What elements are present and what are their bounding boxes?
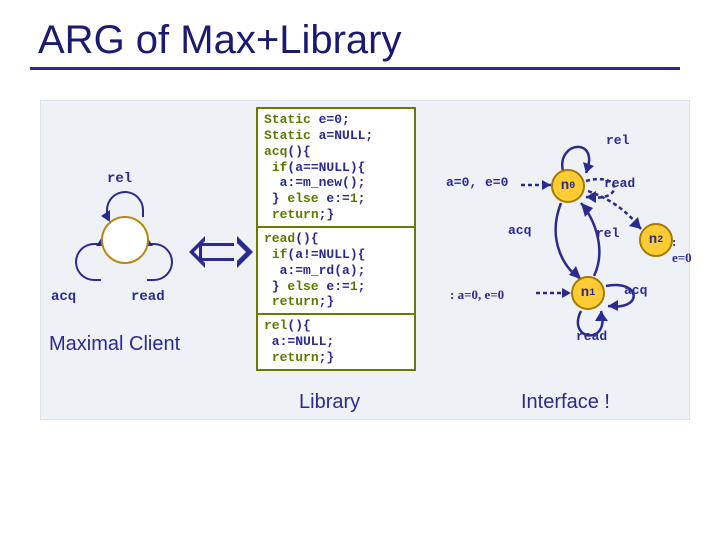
interface-caption: Interface ! xyxy=(521,391,610,414)
edge-label-rel: rel xyxy=(596,226,619,241)
edge-label-rel: rel xyxy=(606,133,629,148)
node-n0: n0 xyxy=(551,169,585,203)
node-n2: n2 xyxy=(639,223,673,257)
bidirectional-arrow-icon xyxy=(193,231,253,273)
content-panel: rel acq read Maximal Client Static e=0; … xyxy=(40,100,690,420)
edge-label-acq: acq xyxy=(51,289,76,305)
slide-title: ARG of Max+Library xyxy=(0,0,720,67)
edge-label-acq: acq xyxy=(624,283,647,298)
interface-automaton: n0 n1 n2 rel read a=0, e=0 acq rel : e=0… xyxy=(426,111,686,371)
edge-label-read: read xyxy=(604,176,635,191)
edge-acq-loop xyxy=(75,243,101,281)
client-caption: Maximal Client xyxy=(49,333,180,356)
edge-rel-loop xyxy=(106,191,144,217)
client-state-node xyxy=(101,216,149,264)
node-n1: n1 xyxy=(571,276,605,310)
edge-label-read: read xyxy=(131,289,165,305)
edge-label-acq: acq xyxy=(508,223,531,238)
arrowhead-icon xyxy=(101,210,110,222)
node-predicate-e0: : e=0 xyxy=(672,234,692,266)
code-block-read: read(){ if(a!=NULL){ a:=m_rd(a); } else … xyxy=(258,226,414,313)
title-underline xyxy=(30,67,680,70)
node-predicate-ae0: : a=0, e=0 xyxy=(450,287,504,303)
library-caption: Library xyxy=(299,391,360,414)
edge-read-loop xyxy=(147,243,173,281)
code-block-acq: Static e=0; Static a=NULL; acq(){ if(a==… xyxy=(258,109,414,226)
edge-label-rel: rel xyxy=(107,171,132,187)
init-label-ae0: a=0, e=0 xyxy=(446,175,508,190)
library-code-box: Static e=0; Static a=NULL; acq(){ if(a==… xyxy=(256,107,416,371)
edge-label-read: read xyxy=(576,329,607,344)
client-automaton: rel acq read xyxy=(51,161,191,341)
code-block-rel: rel(){ a:=NULL; return;} xyxy=(258,313,414,369)
